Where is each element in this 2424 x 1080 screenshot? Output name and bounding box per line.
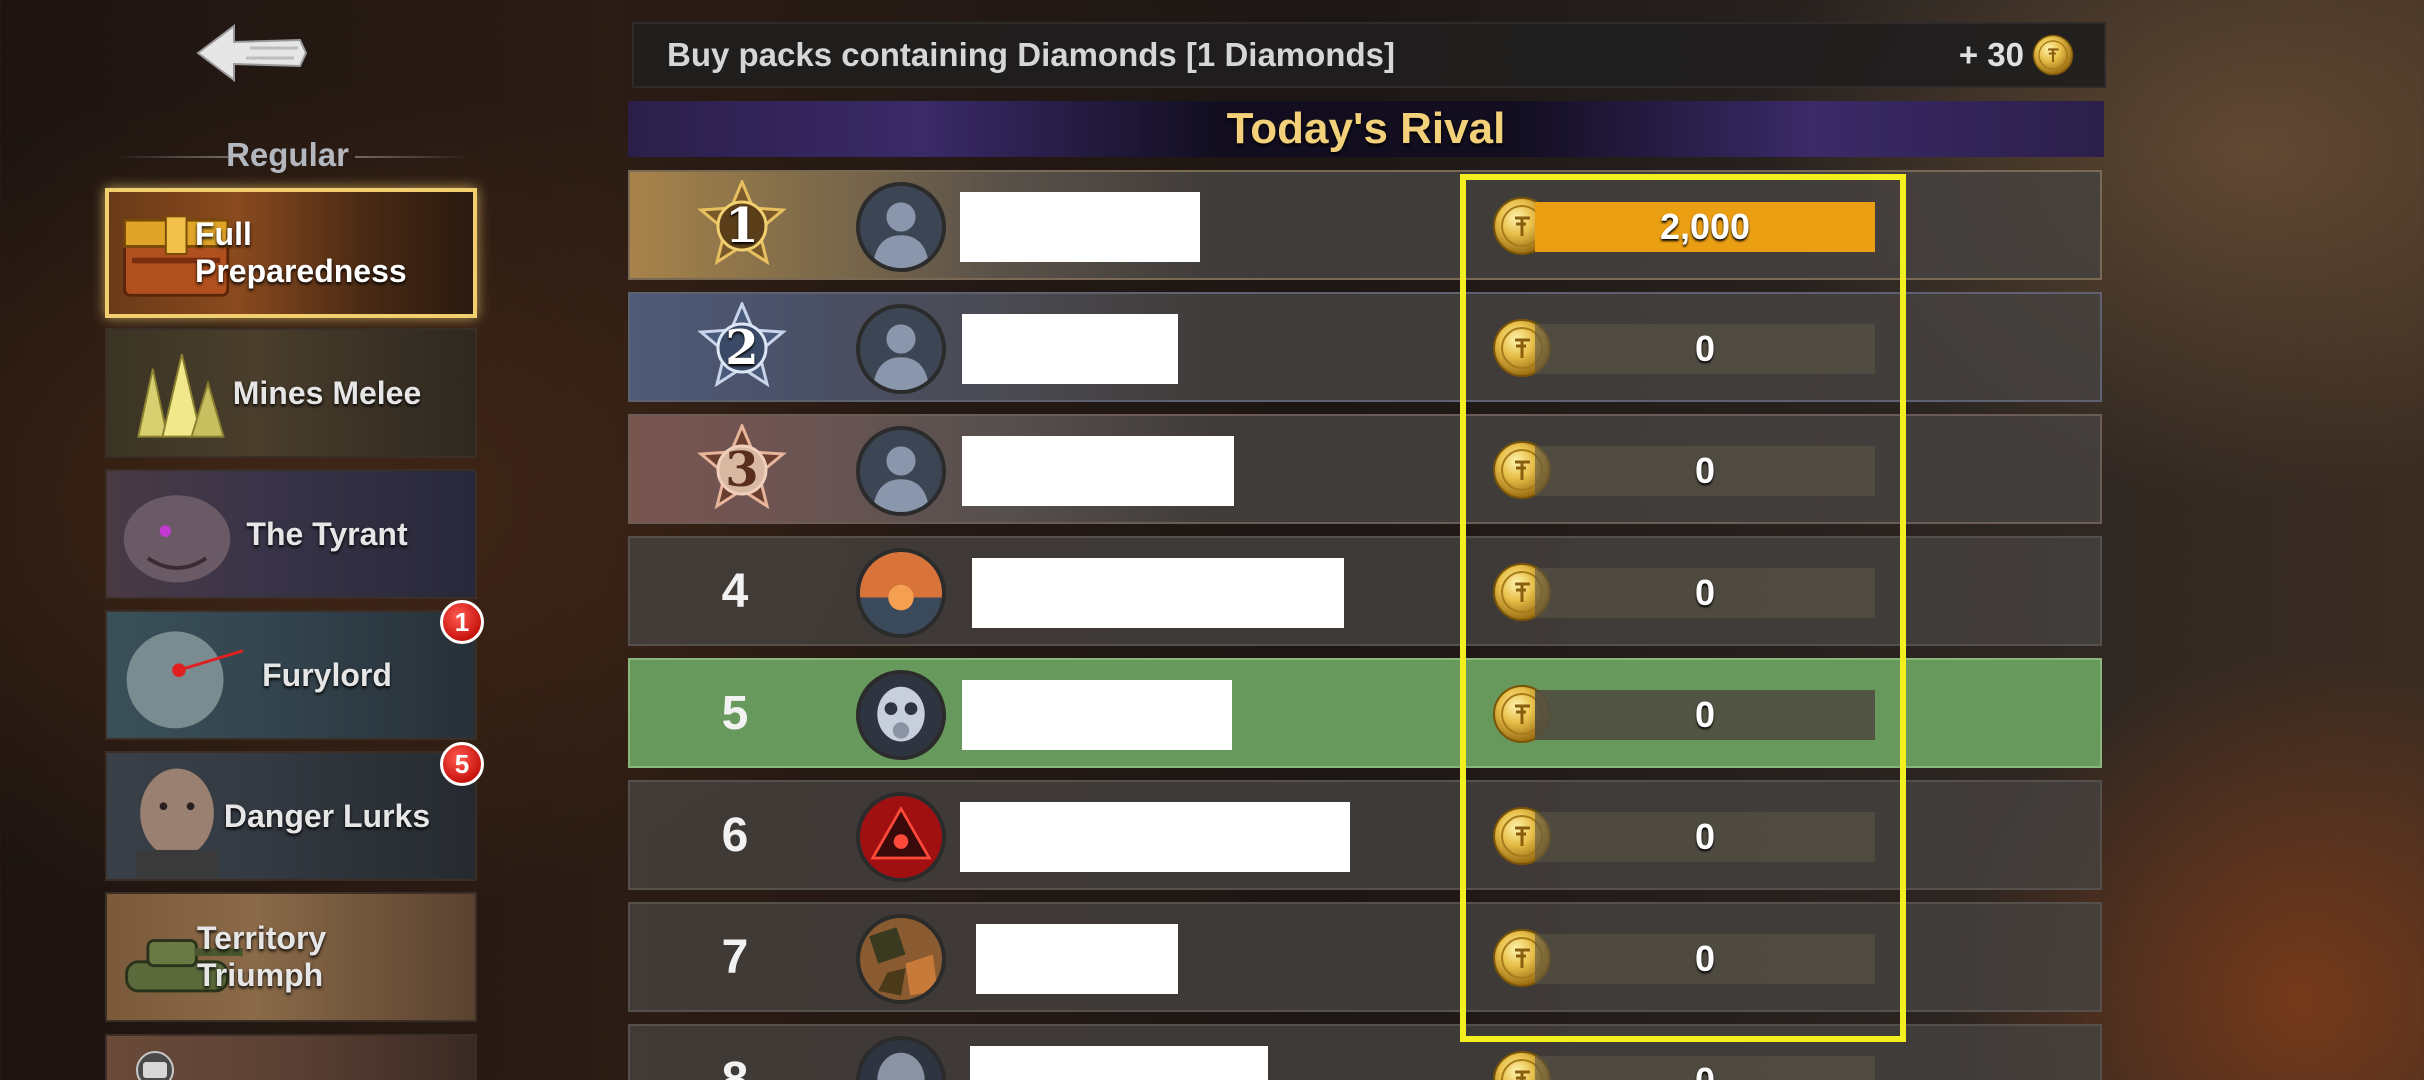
player-avatar[interactable] — [856, 914, 946, 1004]
camo-avatar-icon — [860, 918, 942, 1000]
rank-number: 8 — [721, 1052, 749, 1080]
player-avatar[interactable] — [856, 304, 946, 394]
event-full-preparedness[interactable]: Full Preparedness — [105, 188, 477, 318]
reward-amount: 2,000 — [1535, 202, 1875, 252]
player-name-redacted — [962, 436, 1234, 506]
rival-title: Today's Rival — [1226, 104, 1506, 153]
rank-row: 1 2,000 — [628, 170, 2102, 280]
player-name-redacted — [962, 680, 1232, 750]
task-description: Buy packs containing Diamonds [1 Diamond… — [667, 36, 1395, 73]
rank-row: 8 0 — [628, 1024, 2102, 1080]
player-avatar[interactable] — [856, 1036, 946, 1080]
event-mines-melee[interactable]: Mines Melee — [105, 328, 477, 458]
gold-medal-icon: 1 — [697, 178, 787, 272]
category-label: Regular — [226, 136, 349, 173]
rank-row-self: 5 0 — [628, 658, 2102, 768]
rank-number: 2 — [725, 320, 759, 376]
reward-amount: 0 — [1535, 446, 1875, 496]
sunset-avatar-icon — [860, 552, 942, 634]
reward-amount: 0 — [1535, 1056, 1875, 1080]
rank-number: 7 — [721, 930, 749, 984]
notification-badge: 1 — [440, 600, 484, 644]
rank-row: 4 0 — [628, 536, 2102, 646]
event-furylord[interactable]: Furylord — [105, 610, 477, 740]
event-danger-lurks[interactable]: Danger Lurks — [105, 751, 477, 881]
player-name-redacted — [976, 924, 1178, 994]
rank-number: 4 — [721, 564, 749, 618]
rank-number: 3 — [725, 442, 759, 498]
reward-amount: 0 — [1535, 934, 1875, 984]
player-name-redacted — [972, 558, 1344, 628]
gas-mask-icon — [860, 1040, 942, 1080]
event-label: Territory Triumph — [197, 920, 327, 993]
player-name-redacted — [962, 314, 1178, 384]
reward-amount: 0 — [1535, 568, 1875, 618]
silhouette-icon — [860, 430, 942, 512]
rank-row: 3 0 — [628, 414, 2102, 524]
silhouette-icon — [860, 308, 942, 390]
rank-number: 5 — [721, 686, 749, 740]
event-label: The Tyrant — [246, 515, 408, 552]
bronze-medal-icon: 3 — [697, 422, 787, 516]
event-the-tyrant[interactable]: The Tyrant — [105, 469, 477, 599]
event-card-partial[interactable] — [105, 1034, 477, 1080]
player-avatar[interactable] — [856, 670, 946, 760]
event-label: Mines Melee — [232, 374, 422, 411]
player-avatar[interactable] — [856, 182, 946, 272]
player-avatar[interactable] — [856, 548, 946, 638]
player-avatar[interactable] — [856, 792, 946, 882]
event-sidebar: Regular Full Preparedness Mines Melee Th… — [0, 0, 500, 1080]
notification-badge: 5 — [440, 742, 484, 786]
event-label: Danger Lurks — [223, 797, 431, 834]
reward-amount: 0 — [1535, 690, 1875, 740]
red-eye-triangle-icon — [860, 796, 942, 878]
gas-mask-icon — [860, 674, 942, 756]
reward-amount: 0 — [1535, 324, 1875, 374]
player-name-redacted — [960, 192, 1200, 262]
camera-icon — [136, 1051, 174, 1080]
task-reward-amount: + 30 — [1958, 36, 2024, 73]
silhouette-icon — [860, 186, 942, 268]
reward-amount: 0 — [1535, 812, 1875, 862]
rank-row: 6 0 — [628, 780, 2102, 890]
event-label: Full Preparedness — [195, 216, 407, 289]
event-label: Furylord — [262, 656, 392, 693]
category-heading: Regular — [105, 130, 470, 180]
rival-header: Today's Rival — [628, 101, 2104, 157]
event-territory-triumph[interactable]: Territory Triumph — [105, 892, 477, 1022]
player-name-redacted — [960, 802, 1350, 872]
player-avatar[interactable] — [856, 426, 946, 516]
rank-row: 2 0 — [628, 292, 2102, 402]
coin-icon — [2032, 34, 2074, 76]
player-name-redacted — [970, 1046, 1268, 1080]
rank-number: 1 — [725, 198, 759, 254]
rank-row: 7 0 — [628, 902, 2102, 1012]
rank-number: 6 — [721, 808, 749, 862]
task-row: Buy packs containing Diamonds [1 Diamond… — [632, 22, 2106, 88]
silver-medal-icon: 2 — [697, 300, 787, 394]
